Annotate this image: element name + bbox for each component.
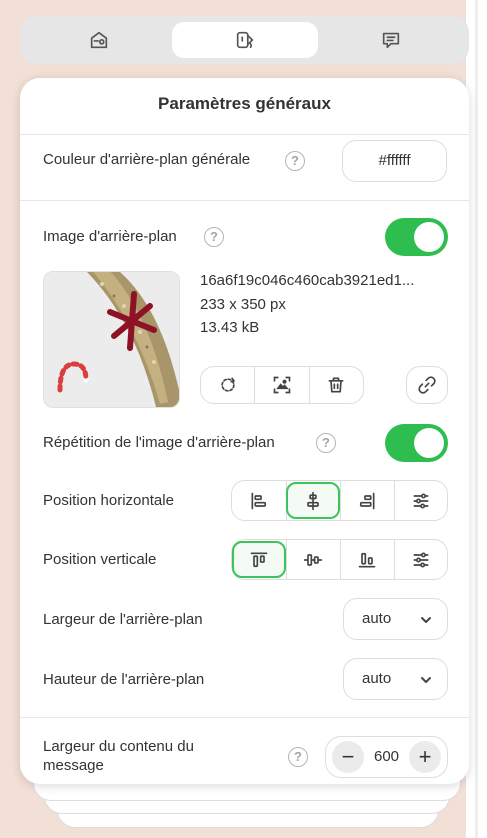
- background-image-toggle[interactable]: [385, 218, 448, 256]
- align-top-icon: [250, 552, 268, 567]
- align-center-horizontal-icon: [307, 491, 319, 510]
- background-image-thumbnail[interactable]: [43, 271, 180, 408]
- increment-button[interactable]: +: [409, 741, 441, 773]
- tab-background[interactable]: [172, 22, 318, 58]
- focal-point-button[interactable]: [255, 367, 310, 403]
- background-width-label: Largeur de l'arrière-plan: [43, 611, 203, 628]
- align-top-button[interactable]: [232, 541, 286, 578]
- delete-image-button[interactable]: [310, 367, 363, 403]
- background-image-label: Image d'arrière-plan: [43, 228, 177, 245]
- select-value: auto: [362, 610, 392, 627]
- general-settings-panel: Paramètres généraux Couleur d'arrière-pl…: [20, 78, 469, 784]
- content-width-stepper: − 600 +: [325, 736, 448, 778]
- content-width-value[interactable]: 600: [366, 737, 407, 777]
- trash-icon: [328, 377, 344, 393]
- paint-bucket-icon: [236, 31, 254, 49]
- align-bottom-icon: [358, 552, 376, 567]
- align-left-button[interactable]: [232, 481, 286, 520]
- background-height-select[interactable]: auto: [343, 658, 448, 700]
- align-left-icon: [251, 492, 267, 509]
- tab-bar: [20, 16, 469, 64]
- image-actions: [200, 366, 364, 404]
- horizontal-position-group: [231, 480, 448, 521]
- scrollbar[interactable]: [475, 0, 478, 838]
- image-file-name: 16a6f19c046c460cab3921ed1...: [200, 272, 415, 289]
- align-center-horizontal-button[interactable]: [286, 482, 340, 519]
- custom-vertical-position-button[interactable]: [394, 540, 448, 579]
- vertical-position-label: Position verticale: [43, 551, 157, 568]
- image-dimensions: 233 x 350 px: [200, 296, 286, 313]
- glitter-ribbon-image: [44, 272, 179, 407]
- focal-point-icon: [273, 376, 291, 394]
- link-icon: [418, 376, 436, 394]
- divider: [20, 200, 469, 201]
- message-icon: [382, 32, 400, 49]
- tab-general-settings[interactable]: [26, 22, 172, 58]
- settings-card-icon: [90, 31, 108, 49]
- custom-sliders-icon: [413, 552, 429, 567]
- help-icon[interactable]: ?: [288, 747, 308, 767]
- help-icon[interactable]: ?: [204, 227, 224, 247]
- select-value: auto: [362, 670, 392, 687]
- image-link-button[interactable]: [406, 366, 448, 404]
- background-width-select[interactable]: auto: [343, 598, 448, 640]
- repeat-label: Répétition de l'image d'arrière-plan: [43, 434, 275, 451]
- divider: [20, 134, 469, 135]
- help-icon[interactable]: ?: [285, 151, 305, 171]
- vertical-position-group: [231, 539, 448, 580]
- replace-image-button[interactable]: [201, 367, 256, 403]
- content-width-label-line2: message: [43, 757, 104, 774]
- image-file-size: 13.43 kB: [200, 319, 260, 336]
- chevron-down-icon: [421, 617, 431, 623]
- align-right-button[interactable]: [340, 481, 394, 520]
- toggle-knob: [414, 222, 444, 252]
- chevron-down-icon: [421, 677, 431, 683]
- align-right-icon: [359, 492, 375, 509]
- tab-messages[interactable]: [318, 22, 464, 58]
- background-color-input[interactable]: #ffffff: [342, 140, 447, 182]
- decrement-button[interactable]: −: [332, 741, 364, 773]
- align-bottom-button[interactable]: [340, 540, 394, 579]
- right-scroll-area: [466, 0, 487, 838]
- help-icon[interactable]: ?: [316, 433, 336, 453]
- align-center-vertical-icon: [303, 553, 323, 566]
- custom-horizontal-position-button[interactable]: [394, 481, 448, 520]
- repeat-toggle[interactable]: [385, 424, 448, 462]
- panel-title: Paramètres généraux: [158, 94, 331, 113]
- replace-icon: [220, 377, 235, 392]
- background-color-label: Couleur d'arrière-plan générale: [43, 151, 251, 168]
- align-center-vertical-button[interactable]: [286, 540, 340, 579]
- background-height-label: Hauteur de l'arrière-plan: [43, 671, 205, 688]
- divider: [20, 717, 469, 718]
- toggle-knob: [414, 428, 444, 458]
- content-width-label-line1: Largeur du contenu du: [43, 738, 194, 755]
- horizontal-position-label: Position horizontale: [43, 492, 174, 509]
- custom-sliders-icon: [413, 493, 429, 508]
